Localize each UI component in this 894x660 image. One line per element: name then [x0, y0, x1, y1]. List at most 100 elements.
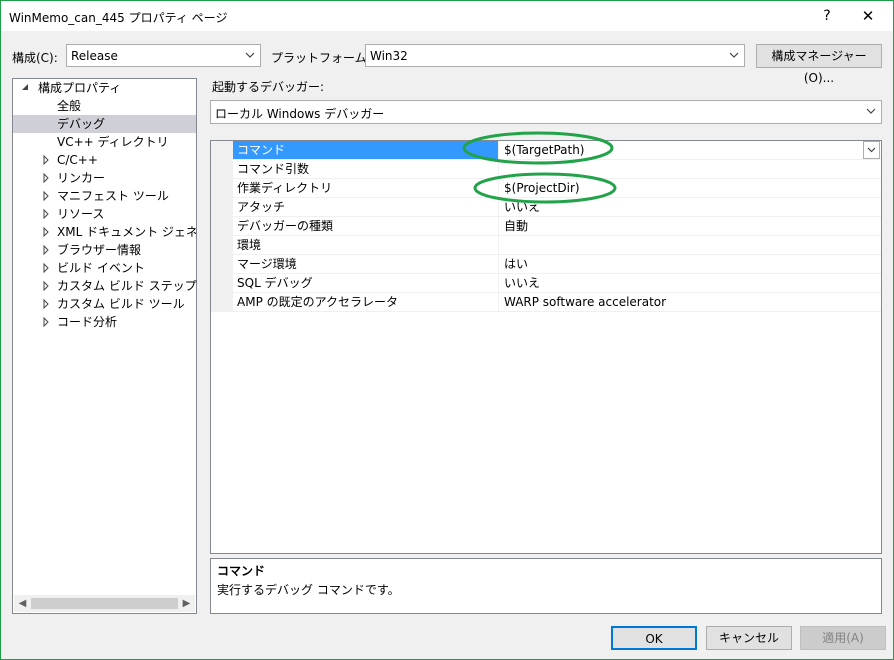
- property-row-debugger-type[interactable]: デバッガーの種類 自動: [233, 217, 881, 236]
- tree-item-label: カスタム ビルド ツール: [57, 297, 185, 311]
- property-row-sql-debugging[interactable]: SQL デバッグ いいえ: [233, 274, 881, 293]
- property-name: コマンド: [233, 141, 499, 159]
- expanded-triangle-icon: [22, 84, 28, 90]
- ok-label: OK: [645, 632, 663, 646]
- apply-label: 適用(A): [822, 631, 864, 645]
- collapsed-triangle-icon: [43, 262, 49, 274]
- config-value: Release: [71, 49, 118, 63]
- scroll-thumb[interactable]: [31, 598, 178, 609]
- property-name: マージ環境: [233, 255, 499, 273]
- collapsed-triangle-icon: [43, 226, 49, 238]
- grid-gutter: [211, 141, 233, 312]
- property-row-command-args[interactable]: コマンド引数: [233, 160, 881, 179]
- description-title: コマンド: [217, 564, 266, 578]
- property-value[interactable]: $(TargetPath): [499, 141, 881, 159]
- collapsed-triangle-icon: [43, 244, 49, 256]
- chevron-down-icon: [866, 108, 876, 114]
- help-button[interactable]: ?: [817, 5, 837, 27]
- property-value[interactable]: いいえ: [499, 198, 881, 216]
- tree-item-label: VC++ ディレクトリ: [57, 135, 169, 149]
- tree-item-label: ビルド イベント: [57, 261, 145, 275]
- property-name: アタッチ: [233, 198, 499, 216]
- chevron-down-icon: [867, 147, 876, 153]
- close-button[interactable]: ✕: [853, 3, 883, 29]
- tree-item-label: XML ドキュメント ジェネレーター: [57, 225, 196, 239]
- property-value[interactable]: [499, 160, 881, 178]
- tree-item-label: 全般: [57, 99, 82, 113]
- config-manager-button[interactable]: 構成マネージャー(O)...: [756, 44, 882, 85]
- tree-item-browse-info[interactable]: ブラウザー情報: [13, 241, 196, 259]
- property-row-attach[interactable]: アタッチ いいえ: [233, 198, 881, 217]
- config-manager-label: 構成マネージャー(O)...: [771, 49, 867, 85]
- collapsed-triangle-icon: [43, 190, 49, 202]
- debugger-select[interactable]: ローカル Windows デバッガー: [210, 100, 882, 124]
- collapsed-triangle-icon: [43, 280, 49, 292]
- property-value[interactable]: 自動: [499, 217, 881, 235]
- scroll-right-icon[interactable]: ▶: [178, 595, 195, 612]
- tree-item-general[interactable]: 全般: [13, 97, 196, 115]
- property-name: コマンド引数: [233, 160, 499, 178]
- tree-item-code-analysis[interactable]: コード分析: [13, 313, 196, 331]
- tree-item-label: C/C++: [57, 153, 98, 167]
- apply-button[interactable]: 適用(A): [800, 626, 886, 650]
- tree-item-debugging[interactable]: デバッグ: [13, 115, 196, 133]
- tree-item-custom-build-tool[interactable]: カスタム ビルド ツール: [13, 295, 196, 313]
- property-value[interactable]: WARP software accelerator: [499, 293, 881, 311]
- tree-item-resources[interactable]: リソース: [13, 205, 196, 223]
- property-grid[interactable]: コマンド $(TargetPath) コマンド引数 作業ディレクトリ $(Pro…: [210, 140, 882, 554]
- property-row-merge-environment[interactable]: マージ環境 はい: [233, 255, 881, 274]
- property-row-environment[interactable]: 環境: [233, 236, 881, 255]
- scroll-left-icon[interactable]: ◀: [14, 595, 31, 612]
- property-value[interactable]: $(ProjectDir): [499, 179, 881, 197]
- tree-root[interactable]: 構成プロパティ: [13, 79, 196, 97]
- property-name: 環境: [233, 236, 499, 254]
- cancel-label: キャンセル: [718, 631, 779, 645]
- property-row-command[interactable]: コマンド $(TargetPath): [233, 141, 881, 160]
- title-bar: WinMemo_can_445 プロパティ ページ ? ✕: [1, 1, 893, 31]
- chevron-down-icon: [245, 52, 255, 58]
- collapsed-triangle-icon: [43, 316, 49, 328]
- chevron-down-icon: [729, 52, 739, 58]
- tree-item-label: ブラウザー情報: [57, 243, 142, 257]
- debugger-value: ローカル Windows デバッガー: [215, 107, 385, 121]
- property-row-amp-accelerator[interactable]: AMP の既定のアクセラレータ WARP software accelerato…: [233, 293, 881, 312]
- tree-item-label: リンカー: [57, 171, 106, 185]
- platform-value: Win32: [370, 49, 408, 63]
- platform-select[interactable]: Win32: [365, 44, 745, 67]
- tree-item-linker[interactable]: リンカー: [13, 169, 196, 187]
- tree-item-build-events[interactable]: ビルド イベント: [13, 259, 196, 277]
- property-value[interactable]: いいえ: [499, 274, 881, 292]
- tree-item-xml-doc-generator[interactable]: XML ドキュメント ジェネレーター: [13, 223, 196, 241]
- property-name: 作業ディレクトリ: [233, 179, 499, 197]
- property-name: AMP の既定のアクセラレータ: [233, 293, 499, 311]
- description-panel: コマンド 実行するデバッグ コマンドです。: [210, 558, 882, 614]
- description-text: 実行するデバッグ コマンドです。: [217, 583, 400, 597]
- tree-item-label: マニフェスト ツール: [57, 189, 169, 203]
- tree-item-cpp[interactable]: C/C++: [13, 151, 196, 169]
- ok-button[interactable]: OK: [611, 626, 697, 650]
- tree-item-manifest-tool[interactable]: マニフェスト ツール: [13, 187, 196, 205]
- debugger-label: 起動するデバッガー:: [212, 80, 325, 94]
- tree-item-label: デバッグ: [57, 117, 106, 131]
- cancel-button[interactable]: キャンセル: [706, 626, 792, 650]
- property-value[interactable]: [499, 236, 881, 254]
- property-value[interactable]: はい: [499, 255, 881, 273]
- value-dropdown-button[interactable]: [863, 141, 880, 159]
- collapsed-triangle-icon: [43, 154, 49, 166]
- collapsed-triangle-icon: [43, 208, 49, 220]
- config-select[interactable]: Release: [66, 44, 261, 67]
- tree-item-label: カスタム ビルド ステップ: [57, 279, 197, 293]
- property-name: デバッガーの種類: [233, 217, 499, 235]
- collapsed-triangle-icon: [43, 298, 49, 310]
- property-tree[interactable]: 構成プロパティ 全般 デバッグ VC++ ディレクトリ C/C++ リンカー マ…: [12, 78, 197, 614]
- tree-item-label: リソース: [57, 207, 105, 221]
- tree-horizontal-scrollbar[interactable]: ◀ ▶: [14, 595, 195, 612]
- collapsed-triangle-icon: [43, 172, 49, 184]
- window-title: WinMemo_can_445 プロパティ ページ: [9, 11, 228, 25]
- property-row-working-dir[interactable]: 作業ディレクトリ $(ProjectDir): [233, 179, 881, 198]
- tree-root-label: 構成プロパティ: [38, 81, 122, 95]
- property-name: SQL デバッグ: [233, 274, 499, 292]
- config-label: 構成(C):: [12, 51, 58, 65]
- tree-item-vc-directories[interactable]: VC++ ディレクトリ: [13, 133, 196, 151]
- tree-item-custom-build-step[interactable]: カスタム ビルド ステップ: [13, 277, 197, 295]
